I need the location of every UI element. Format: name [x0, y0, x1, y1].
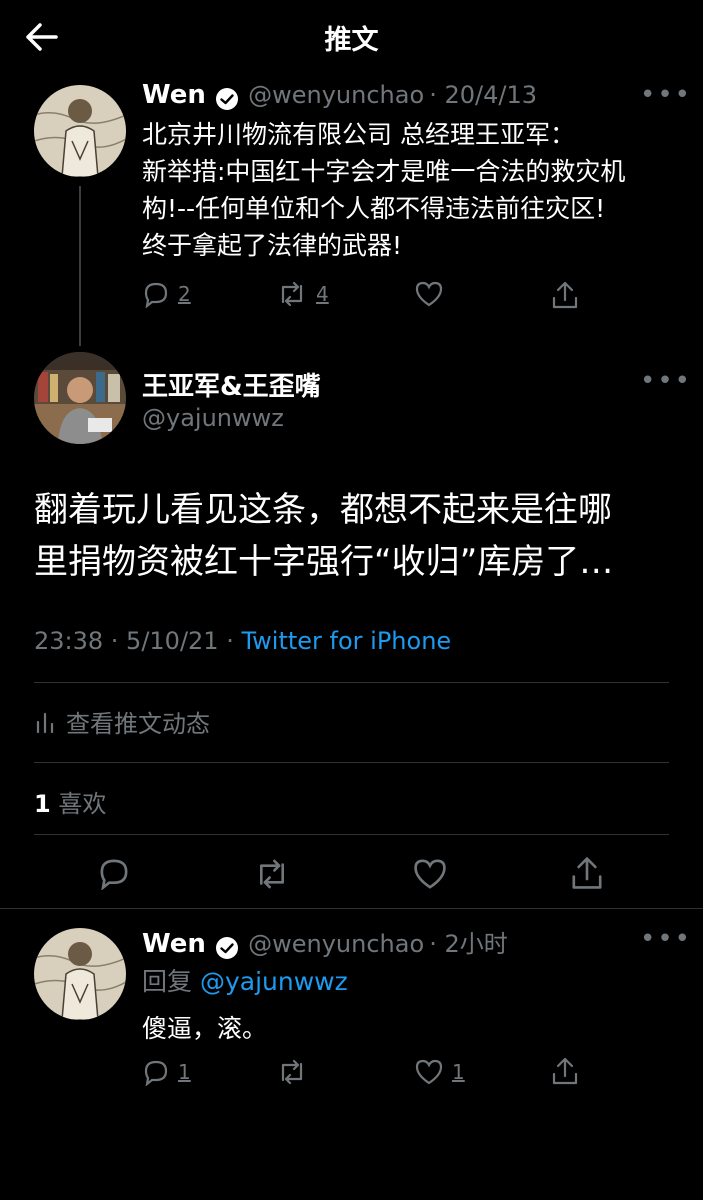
- like-icon[interactable]: [412, 857, 448, 891]
- like-icon: [415, 1059, 443, 1085]
- reply-tweet-text: 傻逼，滚。: [142, 1014, 268, 1043]
- author-name[interactable]: Wen: [142, 80, 206, 110]
- more-icon[interactable]: •••: [640, 366, 692, 396]
- reply-icon[interactable]: [97, 856, 131, 890]
- reply-to-handle[interactable]: @yajunwwz: [200, 967, 348, 996]
- reply-prefix: 回复: [142, 967, 193, 996]
- view-activity-link[interactable]: 查看推文动态: [34, 704, 210, 739]
- tweet-line: 北京井川物流有限公司 总经理王亚军：: [142, 120, 575, 149]
- reply-icon: [144, 282, 168, 308]
- parent-tweet-header: Wen @wenyunchao · 20/4/13: [142, 80, 537, 111]
- reply-button[interactable]: 1: [142, 1058, 191, 1086]
- retweet-icon[interactable]: [253, 857, 291, 891]
- tweet-timestamp[interactable]: 23:38 · 5/10/21 ·: [34, 627, 234, 655]
- author-handle[interactable]: @wenyunchao: [248, 81, 424, 109]
- avatar-wen[interactable]: [34, 85, 126, 177]
- share-icon[interactable]: [569, 855, 605, 891]
- retweet-icon: [281, 281, 303, 307]
- thread-connector: [79, 186, 81, 346]
- analytics-icon: [36, 712, 54, 733]
- main-tweet-text: 翻着玩儿看见这条，都想不起来是往哪 里捐物资被红十字强行“收归”库房了…: [34, 484, 684, 588]
- retweet-count: 4: [316, 282, 329, 306]
- like-icon: [415, 281, 443, 307]
- reply-icon: [144, 1060, 168, 1086]
- reply-count: 2: [178, 282, 191, 306]
- parent-tweet-text: 北京井川物流有限公司 总经理王亚军： 新举措:中国红十字会才是唯一合法的救灾机 …: [142, 116, 682, 264]
- author-handle[interactable]: @wenyunchao: [248, 930, 424, 958]
- like-count: 1: [452, 1060, 465, 1084]
- tweet-line: 翻着玩儿看见这条，都想不起来是往哪: [34, 490, 612, 530]
- divider: [34, 834, 669, 835]
- avatar-wen[interactable]: [34, 928, 126, 1020]
- tweet-line: 终于拿起了法律的武器!: [142, 231, 403, 260]
- like-button[interactable]: 1: [414, 1058, 465, 1086]
- verified-icon: [216, 87, 238, 110]
- tweet-date[interactable]: · 20/4/13: [429, 81, 537, 109]
- more-icon[interactable]: •••: [640, 80, 692, 110]
- likes-label: 喜欢: [58, 790, 107, 818]
- divider: [34, 682, 669, 683]
- likes-count: 1: [34, 790, 51, 818]
- verified-icon: [216, 936, 238, 959]
- reply-count: 1: [178, 1060, 191, 1084]
- like-button[interactable]: [414, 280, 444, 308]
- share-button[interactable]: [550, 1056, 580, 1086]
- replying-to: 回复 @yajunwwz: [142, 962, 348, 998]
- retweet-icon: [281, 1059, 303, 1085]
- tweet-line: 新举措:中国红十字会才是唯一合法的救灾机: [142, 157, 626, 186]
- tweet-meta: 23:38 · 5/10/21 · Twitter for iPhone: [34, 627, 451, 655]
- divider: [0, 908, 703, 909]
- author-name[interactable]: 王亚军&王歪嘴: [142, 366, 321, 403]
- tweet-line: 里捐物资被红十字强行“收归”库房了…: [34, 542, 614, 582]
- share-icon: [552, 281, 578, 309]
- tweet-line: 构!--任何单位和个人都不得违法前往灾区!: [142, 194, 606, 223]
- retweet-button[interactable]: 4: [276, 280, 329, 308]
- divider: [34, 762, 669, 763]
- tweet-source[interactable]: Twitter for iPhone: [241, 627, 451, 655]
- share-button[interactable]: [550, 280, 580, 310]
- view-activity-label: 查看推文动态: [66, 710, 210, 738]
- reply-tweet-header: Wen @wenyunchao · 2小时: [142, 924, 508, 960]
- author-name[interactable]: Wen: [142, 929, 206, 959]
- retweet-button[interactable]: [276, 1058, 308, 1086]
- likes-summary[interactable]: 1 喜欢: [34, 784, 106, 819]
- avatar-yajunwwz[interactable]: [34, 352, 126, 444]
- reply-button[interactable]: 2: [142, 280, 191, 308]
- share-icon: [552, 1057, 578, 1085]
- author-handle[interactable]: @yajunwwz: [142, 404, 284, 432]
- tweet-time[interactable]: · 2小时: [429, 930, 508, 958]
- more-icon[interactable]: •••: [640, 924, 692, 954]
- page-title: 推文: [324, 25, 379, 56]
